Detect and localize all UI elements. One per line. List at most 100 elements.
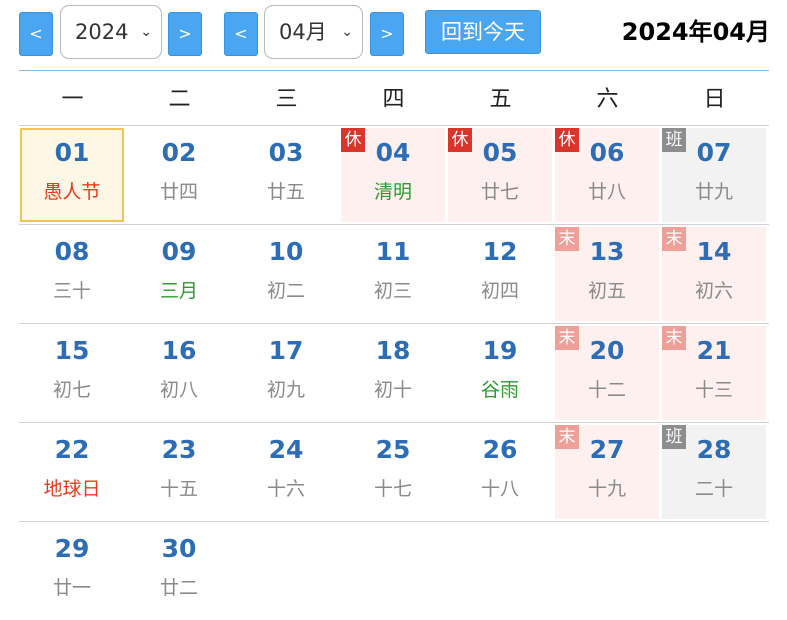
calendar-day-cell[interactable]: 末 21 十三 (662, 326, 766, 420)
weekday-label: 四 (382, 87, 405, 112)
lunar-date: 廿四 (159, 181, 198, 203)
month-select-value: 04月 (279, 20, 327, 44)
lunar-date: 初六 (694, 280, 733, 302)
lunar-date: 初七 (52, 379, 91, 401)
lunar-date: 十六 (266, 478, 305, 500)
day-number: 09 (161, 237, 197, 266)
calendar-day-cell[interactable]: 18 初十 (341, 326, 445, 420)
year-select-value: 2024 (75, 20, 129, 44)
calendar-day-cell[interactable]: 15 初七 (20, 326, 124, 420)
lunar-date: 初八 (159, 379, 198, 401)
lunar-date: 廿八 (587, 181, 626, 203)
calendar-day-cell[interactable]: 23 十五 (127, 425, 231, 519)
day-number: 11 (375, 237, 411, 266)
lunar-date: 廿七 (480, 181, 519, 203)
calendar-day-cell[interactable]: 16 初八 (127, 326, 231, 420)
day-number: 10 (268, 237, 304, 266)
calendar-day-cell[interactable]: 班 07 廿九 (662, 128, 766, 222)
lunar-date: 初十 (373, 379, 412, 401)
lunar-date: 初二 (266, 280, 305, 302)
calendar-toolbar: < 2024 ⌄ > < 04月 ⌄ > 回到今天 2024年04月 (0, 0, 787, 68)
lunar-date: 谷雨 (480, 379, 519, 401)
weekday-label: 三 (275, 87, 298, 112)
calendar-grid: 01 愚人节 02 廿四 03 廿五休 04 清明休 05 廿七休 06 廿八班 07 廿九 08 三十 09 三… (19, 126, 769, 620)
weekday-label: 日 (703, 87, 726, 112)
calendar-day-cell[interactable]: 11 初三 (341, 227, 445, 321)
weekday-label: 二 (168, 87, 191, 112)
day-number: 07 (696, 138, 732, 167)
calendar-day-cell[interactable]: 30 廿二 (127, 524, 231, 618)
day-number: 14 (696, 237, 732, 266)
calendar-day-cell[interactable]: 02 廿四 (127, 128, 231, 222)
back-to-today-button[interactable]: 回到今天 (425, 10, 541, 54)
lunar-date: 廿五 (266, 181, 305, 203)
calendar-title: 2024年04月 (621, 18, 770, 46)
toolbar-divider (19, 70, 769, 71)
day-number: 18 (375, 336, 411, 365)
day-number: 28 (696, 435, 732, 464)
prev-month-button[interactable]: < (224, 12, 258, 56)
calendar-day-cell[interactable]: 末 14 初六 (662, 227, 766, 321)
next-month-button[interactable]: > (370, 12, 404, 56)
calendar-day-cell[interactable]: 25 十七 (341, 425, 445, 519)
calendar-day-cell[interactable]: 03 廿五 (234, 128, 338, 222)
lunar-date: 廿一 (52, 577, 91, 599)
lunar-date: 初五 (587, 280, 626, 302)
day-number: 17 (268, 336, 304, 365)
day-number: 15 (54, 336, 90, 365)
calendar-day-cell[interactable]: 班 28 二十 (662, 425, 766, 519)
calendar-day-cell[interactable]: 19 谷雨 (448, 326, 552, 420)
calendar-day-cell[interactable]: 10 初二 (234, 227, 338, 321)
day-number: 25 (375, 435, 411, 464)
day-number: 03 (268, 138, 304, 167)
day-number: 06 (589, 138, 625, 167)
lunar-date: 十三 (694, 379, 733, 401)
day-number: 30 (161, 534, 197, 563)
prev-year-button[interactable]: < (19, 12, 53, 56)
lunar-date: 十八 (480, 478, 519, 500)
calendar-day-cell[interactable]: 休 05 廿七 (448, 128, 552, 222)
weekday-label: 一 (61, 87, 84, 112)
calendar-day-cell[interactable]: 17 初九 (234, 326, 338, 420)
calendar-day-cell[interactable]: 12 初四 (448, 227, 552, 321)
day-number: 22 (54, 435, 90, 464)
calendar-week-row: 22 地球日 23 十五 24 十六 25 十七 26 十八末 27 十九班 28 二十 (19, 423, 769, 522)
lunar-date: 三月 (159, 280, 198, 302)
calendar-day-cell[interactable]: 26 十八 (448, 425, 552, 519)
calendar-day-cell[interactable]: 22 地球日 (20, 425, 124, 519)
weekday-label: 六 (596, 87, 619, 112)
day-number: 23 (161, 435, 197, 464)
lunar-date: 十二 (587, 379, 626, 401)
calendar-week-row: 08 三十 09 三月 10 初二 11 初三 12 初四末 13 初五末 14 初六 (19, 225, 769, 324)
lunar-date: 三十 (52, 280, 91, 302)
lunar-date: 二十 (694, 478, 733, 500)
calendar-week-row: 15 初七 16 初八 17 初九 18 初十 19 谷雨末 20 十二末 21 十三 (19, 324, 769, 423)
calendar-day-cell[interactable]: 29 廿一 (20, 524, 124, 618)
calendar-week-row: 29 廿一 30 廿二 (19, 522, 769, 620)
day-number: 20 (589, 336, 625, 365)
year-select[interactable]: 2024 ⌄ (60, 5, 162, 59)
calendar-day-cell-today[interactable]: 01 愚人节 (20, 128, 124, 222)
day-number: 08 (54, 237, 90, 266)
calendar-day-cell[interactable]: 末 27 十九 (555, 425, 659, 519)
chevron-down-icon: ⌄ (341, 24, 353, 40)
day-number: 19 (482, 336, 518, 365)
next-year-button[interactable]: > (168, 12, 202, 56)
lunar-date: 初四 (480, 280, 519, 302)
calendar-day-cell[interactable]: 末 13 初五 (555, 227, 659, 321)
calendar-day-cell[interactable]: 09 三月 (127, 227, 231, 321)
calendar-day-cell[interactable]: 休 06 廿八 (555, 128, 659, 222)
lunar-date: 廿二 (159, 577, 198, 599)
month-select[interactable]: 04月 ⌄ (264, 5, 363, 59)
calendar-day-cell[interactable]: 24 十六 (234, 425, 338, 519)
day-number: 26 (482, 435, 518, 464)
day-number: 13 (589, 237, 625, 266)
calendar-day-cell[interactable]: 休 04 清明 (341, 128, 445, 222)
day-number: 21 (696, 336, 732, 365)
calendar-day-cell[interactable]: 末 20 十二 (555, 326, 659, 420)
lunar-date: 清明 (373, 181, 412, 203)
day-number: 05 (482, 138, 518, 167)
calendar-day-cell[interactable]: 08 三十 (20, 227, 124, 321)
day-number: 16 (161, 336, 197, 365)
lunar-date: 地球日 (43, 478, 101, 500)
